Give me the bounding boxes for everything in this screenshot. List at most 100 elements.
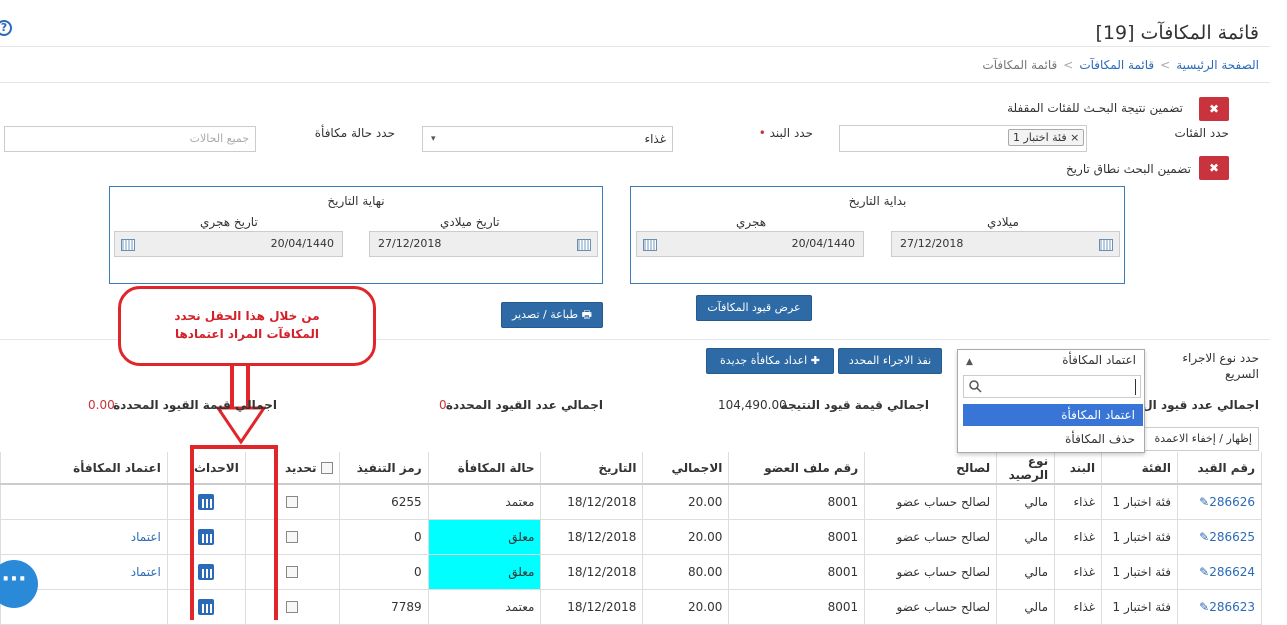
- select-column-highlight: [190, 445, 278, 620]
- new-reward-button[interactable]: ✚ اعداد مكافأة جديدة: [706, 348, 834, 374]
- cell-for: لصالح حساب عضو: [864, 483, 998, 520]
- required-mark: •: [758, 126, 766, 140]
- include-locked-label: تضمين نتيجة البحـث للفئات المقفلة: [1007, 101, 1183, 115]
- quick-action-dropdown[interactable]: اعتماد المكافأة ▲ اعتماد المكافأة حذف ال…: [957, 349, 1145, 453]
- col-header[interactable]: الفئة: [1101, 452, 1179, 485]
- item-select[interactable]: ▾ غذاء: [422, 126, 673, 152]
- approve-link[interactable]: [0, 483, 168, 520]
- cell-date: 18/12/2018: [540, 553, 644, 590]
- print-export-button[interactable]: 🖶 طباعة / تصدير: [501, 302, 603, 328]
- breadcrumb-list[interactable]: قائمة المكافآت: [1079, 58, 1154, 72]
- annotation-callout: من خلال هذا الحقل نحدد المكافآت المراد ا…: [118, 286, 376, 366]
- cell-balance: مالي: [996, 553, 1056, 590]
- cell-total: 20.00: [642, 483, 730, 520]
- execute-button[interactable]: نفذ الاجراء المحدد: [838, 348, 942, 374]
- new-reward-label: اعداد مكافأة جديدة: [720, 354, 808, 367]
- col-header[interactable]: رقم القيد: [1177, 452, 1262, 485]
- total-result-value-label: اجمالي قيمة قيود النتيجة: [780, 398, 929, 412]
- date-end-gregorian-label: تاريخ ميلادي: [440, 215, 500, 229]
- chevron-up-icon: ▲: [966, 357, 973, 367]
- include-date-label: تضمين البحث نطاق تاريخ: [1065, 162, 1191, 176]
- entry-id-link[interactable]: 286626✎: [1177, 483, 1262, 520]
- quick-action-option-delete[interactable]: حذف المكافأة: [963, 428, 1143, 450]
- col-header[interactable]: حالة المكافأة: [427, 452, 542, 485]
- print-icon: 🖶: [581, 308, 592, 321]
- category-tag-remove[interactable]: ×: [1070, 131, 1079, 144]
- cell-category: فئة اختبار 1: [1101, 588, 1179, 625]
- cell-status: معتمد: [427, 588, 542, 625]
- date-start-hijri-label: هجري: [736, 215, 767, 229]
- entry-id-link[interactable]: 286624✎: [1177, 553, 1262, 590]
- cell-category: فئة اختبار 1: [1101, 553, 1179, 590]
- row-checkbox[interactable]: [286, 566, 299, 578]
- cell-code: 6255: [338, 483, 429, 520]
- total-selected-count: 0: [439, 398, 447, 412]
- date-end-gregorian-value: 27/12/2018: [378, 237, 442, 250]
- cell-status: معتمد: [427, 483, 542, 520]
- date-end-gregorian-input[interactable]: 27/12/2018: [369, 231, 598, 257]
- calendar-icon[interactable]: [121, 239, 135, 251]
- cell-balance: مالي: [996, 588, 1056, 625]
- show-entries-button[interactable]: عرض قيود المكافآت: [696, 295, 812, 321]
- categories-multiselect[interactable]: × فئة اختبار 1: [839, 125, 1087, 152]
- date-start-gregorian-label: ميلادي: [987, 215, 1019, 229]
- calendar-icon[interactable]: [643, 239, 657, 251]
- divider: [0, 46, 1270, 47]
- cell-item: غذاء: [1054, 483, 1103, 520]
- cell-code: 0: [338, 553, 429, 590]
- category-tag: × فئة اختبار 1: [1008, 129, 1085, 146]
- include-locked-toggle[interactable]: ✖: [1199, 97, 1229, 121]
- date-end-hijri-input[interactable]: 20/04/1440: [114, 231, 343, 257]
- col-header[interactable]: التاريخ: [540, 452, 644, 485]
- edit-icon: ✎: [1199, 599, 1210, 614]
- chevron-down-icon: ▾: [431, 134, 436, 144]
- date-end-hijri-label: تاريخ هجري: [200, 215, 258, 229]
- total-result-count-label: اجمالي عدد قيود ال: [1142, 398, 1259, 412]
- total-selected-value: 0.00: [88, 398, 115, 412]
- quick-action-option-approve[interactable]: اعتماد المكافأة: [963, 404, 1143, 426]
- entry-id-link[interactable]: 286625✎: [1177, 518, 1262, 555]
- item-label: حدد البند •: [758, 126, 813, 140]
- help-icon[interactable]: ?: [0, 20, 12, 36]
- cell-item: غذاء: [1054, 553, 1103, 590]
- date-start-hijri-input[interactable]: 20/04/1440: [636, 231, 864, 257]
- categories-label: حدد الفئات: [1174, 126, 1229, 140]
- select-all-checkbox[interactable]: [320, 462, 333, 474]
- total-selected-value-label: اجمالي قيمة القيود المحددة: [113, 398, 277, 412]
- row-checkbox[interactable]: [286, 601, 299, 613]
- entry-id-link[interactable]: 286623✎: [1177, 588, 1262, 625]
- col-header[interactable]: رمز التنفيذ: [338, 452, 429, 485]
- calendar-icon[interactable]: [577, 239, 591, 251]
- quick-action-label: حدد نوع الاجراء السريع: [1182, 351, 1259, 381]
- col-header[interactable]: نوع الرصيد: [996, 452, 1056, 485]
- col-header[interactable]: رقم ملف العضو: [728, 452, 866, 485]
- cell-for: لصالح حساب عضو: [864, 518, 998, 555]
- breadcrumb-sep: >: [1160, 58, 1171, 72]
- col-header[interactable]: البند: [1054, 452, 1103, 485]
- cell-date: 18/12/2018: [540, 518, 644, 555]
- quick-action-search[interactable]: [963, 375, 1141, 398]
- date-start-panel: بداية التاريخ ميلادي هجري 27/12/2018 20/…: [630, 186, 1125, 284]
- date-end-title: نهاية التاريخ: [327, 194, 385, 208]
- col-header[interactable]: الاجمالي: [642, 452, 730, 485]
- approve-link[interactable]: اعتماد: [0, 518, 168, 555]
- date-end-hijri-value: 20/04/1440: [270, 237, 334, 250]
- breadcrumb-home[interactable]: الصفحة الرئيسية: [1176, 58, 1259, 72]
- row-checkbox[interactable]: [286, 496, 299, 509]
- cell-for: لصالح حساب عضو: [864, 553, 998, 590]
- cell-balance: مالي: [996, 483, 1056, 520]
- col-header[interactable]: لصالح: [864, 452, 998, 485]
- include-date-toggle[interactable]: ✖: [1199, 156, 1229, 180]
- cell-member: 8001: [728, 588, 866, 625]
- cell-date: 18/12/2018: [540, 483, 644, 520]
- category-tag-label: فئة اختبار 1: [1013, 131, 1067, 144]
- edit-icon: ✎: [1199, 564, 1210, 579]
- total-result-value: 104,490.00: [718, 398, 787, 412]
- row-checkbox[interactable]: [286, 531, 299, 543]
- calendar-icon[interactable]: [1099, 239, 1113, 251]
- cell-date: 18/12/2018: [540, 588, 644, 625]
- cell-member: 8001: [728, 483, 866, 520]
- status-input[interactable]: جميع الحالات: [4, 126, 256, 152]
- callout-arrowhead: [216, 406, 266, 445]
- date-start-gregorian-input[interactable]: 27/12/2018: [891, 231, 1120, 257]
